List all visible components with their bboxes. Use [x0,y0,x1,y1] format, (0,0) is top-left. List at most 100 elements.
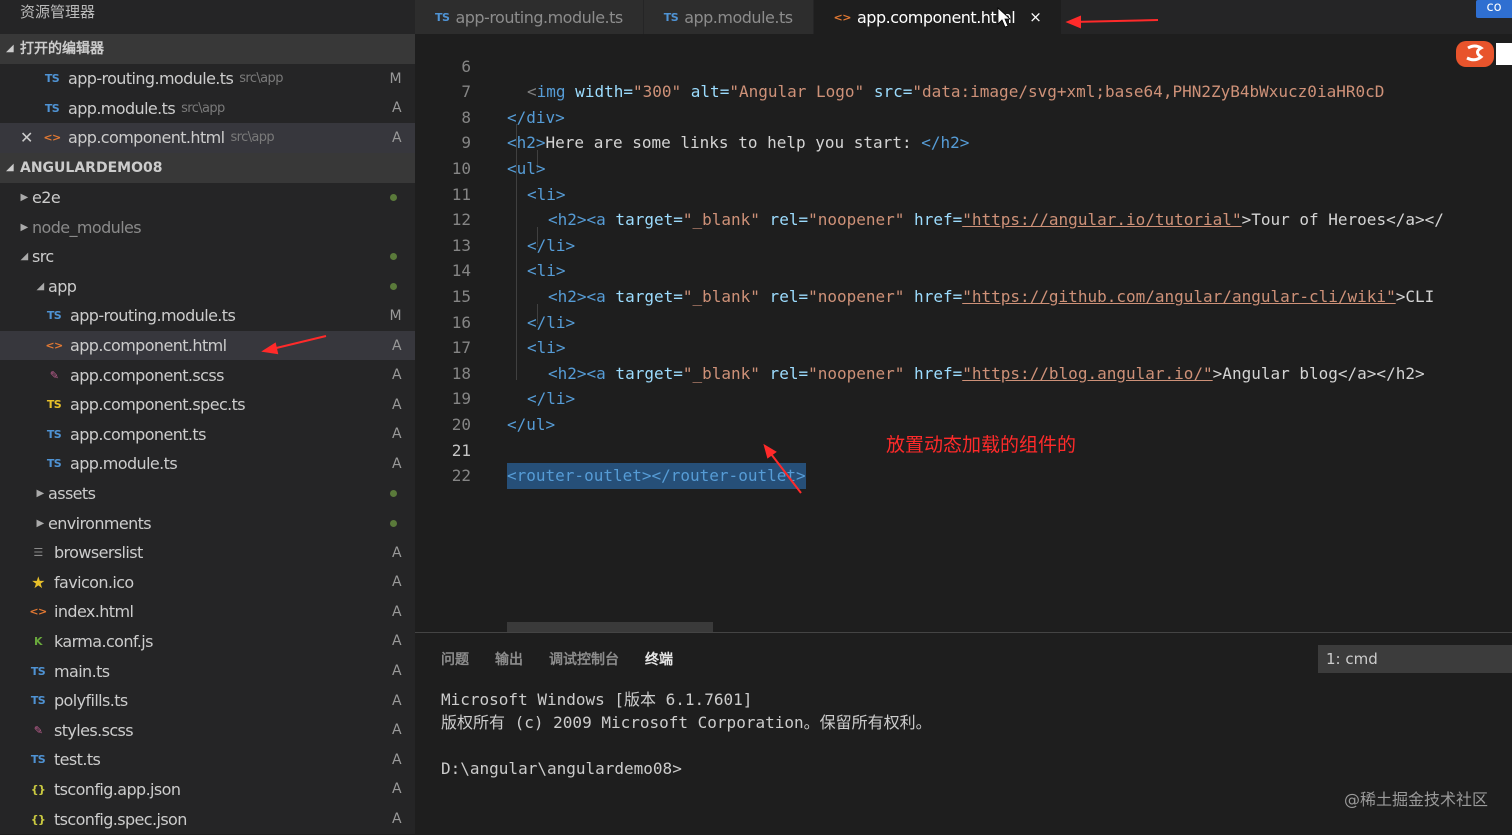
open-editor-item-active[interactable]: ✕ <> app.component.html src\app A [0,123,415,153]
html-icon: <> [29,605,47,619]
code-line: 16 <li> [415,284,566,358]
tab-app-component-html[interactable]: <> app.component.html × [813,0,1062,34]
folder-item[interactable]: ◢ src [0,242,415,272]
folder-item[interactable]: ◢ app [0,272,415,302]
code-line: 6 <img width="300" alt="Angular Logo" sr… [415,34,1384,102]
project-header[interactable]: ◢ ANGULARDEMO08 [0,152,415,183]
git-status: M [389,307,402,324]
code-line: 19 </ul> [415,361,555,434]
file-item[interactable]: TS app.module.ts A [0,449,415,479]
chevron-right-icon: ▶ [20,192,28,204]
horizontal-scrollbar[interactable] [507,622,713,632]
folder-name: environments [48,513,152,533]
scss-icon: ✎ [49,368,59,382]
star-icon: ★ [31,572,45,592]
file-item[interactable]: K karma.conf.js A [0,627,415,657]
file-item[interactable]: ✎ styles.scss A [0,715,415,745]
git-status: A [392,337,402,354]
folder-item[interactable]: ▶ e2e [0,183,415,213]
terminal-output[interactable]: Microsoft Windows [版本 6.1.7601] 版权所有 (c) … [441,688,932,780]
file-item[interactable]: TS test.ts A [0,745,415,775]
file-name: polyfills.ts [54,691,128,711]
file-name: app.component.html [68,128,225,148]
folder-name: node_modules [32,217,142,237]
chevron-right-icon: ▶ [20,221,28,233]
file-name: app.component.scss [70,365,224,385]
code-editor[interactable]: 6 <img width="300" alt="Angular Logo" sr… [415,34,1512,632]
file-item[interactable]: TS app.component.spec.ts A [0,390,415,420]
git-status: A [392,544,402,561]
typescript-icon: TS [30,753,46,767]
account-badge[interactable]: co [1476,0,1512,18]
file-item[interactable]: TS polyfills.ts A [0,686,415,716]
status-dot [390,253,397,261]
git-status: M [389,70,402,87]
chevron-down-icon: ◢ [36,280,44,292]
tab-label: app.component.html [856,7,1016,27]
json-braces-icon: {} [30,782,46,796]
git-status: A [392,396,402,413]
tab-app-routing-module[interactable]: TS app-routing.module.ts [415,0,643,34]
file-item[interactable]: ✎ app.component.scss A [0,360,415,390]
git-status: A [392,455,402,472]
folder-item[interactable]: ▶ assets [0,479,415,509]
editor-tab-bar: TS app-routing.module.ts TS app.module.t… [415,0,1512,34]
folder-name: assets [48,484,96,504]
typescript-icon: TS [46,457,62,471]
file-item[interactable]: {} tsconfig.spec.json A [0,804,415,834]
file-path: src\app [230,130,275,146]
chevron-right-icon: ▶ [36,488,44,500]
tab-label: app-routing.module.ts [455,7,623,27]
open-editor-item[interactable]: TS app-routing.module.ts src\app M [0,64,415,94]
tab-app-module[interactable]: TS app.module.ts [643,0,813,34]
folder-name: src [32,247,54,267]
explorer-sidebar: 资源管理器 ◢ 打开的编辑器 TS app-routing.module.ts … [0,0,415,834]
file-item[interactable]: TS main.ts A [0,656,415,686]
file-item[interactable]: <> index.html A [0,597,415,627]
terminal-select[interactable]: 1: cmd [1318,645,1512,673]
html-icon: <> [833,10,852,24]
chevron-right-icon: ▶ [36,517,44,529]
file-path: src\app [181,100,225,116]
folder-item[interactable]: ▶ environments [0,508,415,538]
tab-debug-console[interactable]: 调试控制台 [549,649,619,669]
folder-name: e2e [32,188,61,208]
typescript-icon: TS [44,101,60,115]
status-dot [390,519,397,527]
typescript-icon: TS [663,10,679,24]
karma-icon: K [34,634,43,648]
file-item[interactable]: {} tsconfig.app.json A [0,775,415,805]
tab-output[interactable]: 输出 [495,649,523,669]
file-item[interactable]: ☰ browserslist A [0,538,415,568]
tab-terminal[interactable]: 终端 [645,649,673,669]
code-line: 8 <h2>Here are some links to help you st… [415,79,969,153]
list-icon: ☰ [33,546,43,560]
file-name: favicon.ico [54,572,134,592]
code-line: 15 </li> [415,258,575,332]
git-status: A [392,574,402,591]
file-item[interactable]: TS app.component.ts A [0,420,415,450]
file-name: app.module.ts [70,454,178,474]
file-item-selected[interactable]: <> app.component.html A [0,330,415,361]
file-item[interactable]: TS app-routing.module.ts M [0,301,415,331]
git-status: A [392,663,402,680]
file-name: app.component.ts [70,424,206,444]
code-line: 22 [415,438,471,485]
sogou-ime-icon [1456,41,1512,67]
json-braces-icon: {} [30,812,46,826]
open-editors-header[interactable]: ◢ 打开的编辑器 [0,34,415,64]
explorer-title: 资源管理器 [20,3,96,21]
close-icon[interactable]: ✕ [20,128,33,147]
git-status: A [392,426,402,443]
scss-icon: ✎ [33,723,43,737]
html-icon: <> [43,131,61,145]
open-editor-item[interactable]: TS app.module.ts src\app A [0,94,415,124]
tab-close-icon[interactable]: × [1029,8,1042,26]
folder-item[interactable]: ▶ node_modules [0,212,415,242]
file-item[interactable]: ★ favicon.ico A [0,568,415,598]
tab-problems[interactable]: 问题 [441,649,469,669]
file-name: main.ts [54,661,110,681]
file-name: app.module.ts [68,98,176,118]
file-name: app.component.spec.ts [70,395,246,415]
code-line: 7 </div> [415,54,564,127]
